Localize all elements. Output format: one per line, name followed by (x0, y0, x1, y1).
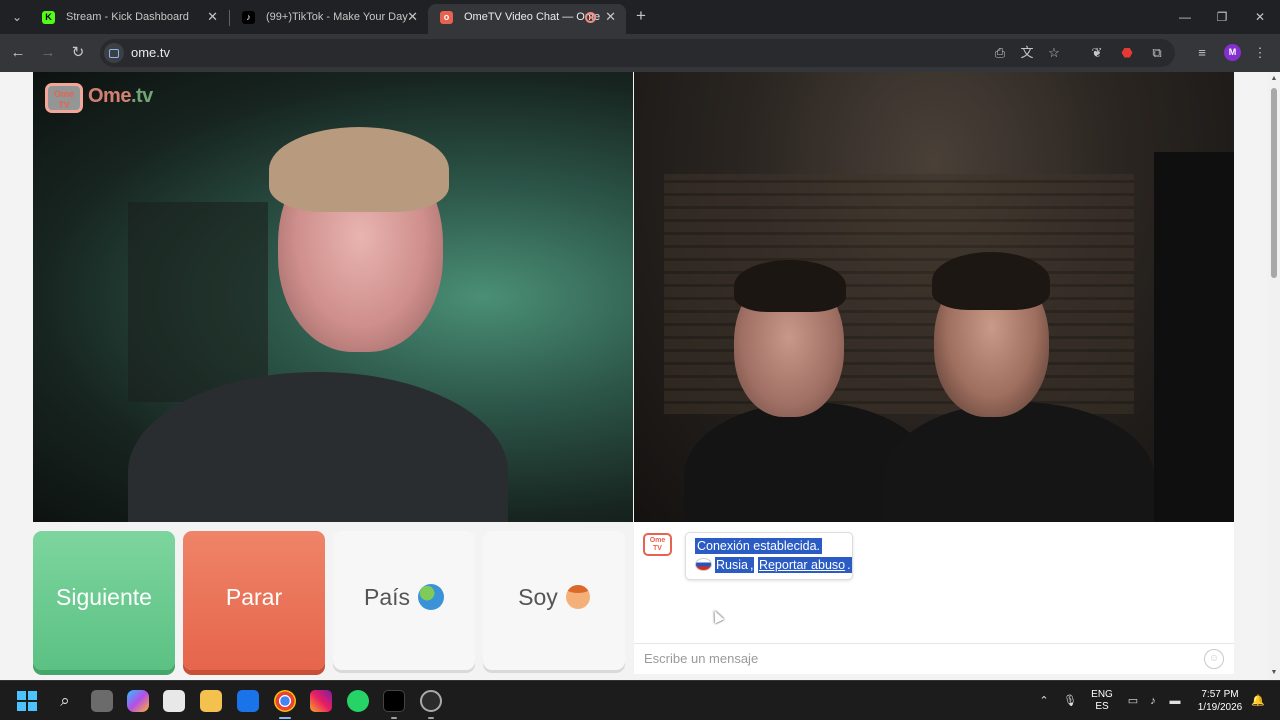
reload-icon[interactable]: ↻ (67, 42, 89, 64)
search-icon[interactable]: ⌕ (55, 691, 75, 711)
tab-kick-dashboard[interactable]: K Stream - Kick Dashboard ✕ (30, 4, 228, 34)
chevron-up-icon[interactable]: ⌃ (1036, 693, 1052, 709)
tab-title: Stream - Kick Dashboard (66, 11, 189, 23)
menu-icon[interactable]: ⋮ (1250, 43, 1270, 63)
keyboard-layout: ES (1095, 701, 1109, 712)
page-scrollbar[interactable]: ▲ ▼ (1268, 72, 1280, 680)
obs-running-indicator (428, 717, 434, 719)
clock-date: 1/19/2026 (1197, 702, 1243, 713)
tiktok-running-indicator (391, 717, 397, 719)
maximize-icon[interactable]: ❐ (1203, 4, 1241, 30)
gender-label: Soy (518, 584, 558, 610)
next-button[interactable]: Siguiente (33, 531, 175, 670)
clock-time: 7:57 PM (1201, 689, 1239, 700)
person-right-torso (884, 402, 1154, 522)
microphone-icon[interactable]: 🎙 (1062, 693, 1078, 709)
separator: , (748, 557, 755, 573)
period: . (846, 557, 852, 573)
instagram-icon[interactable] (310, 690, 332, 712)
background-doorway (128, 202, 268, 402)
battery-icon[interactable]: ▬ (1167, 693, 1183, 709)
new-tab-button[interactable]: + (630, 5, 652, 27)
notification-bell-icon[interactable]: 🔔 (1250, 693, 1266, 709)
message-input[interactable]: Escribe un mensaje ☺ (634, 643, 1234, 674)
local-video: Ome TV Ome.tv (33, 72, 633, 522)
file-explorer-icon[interactable] (200, 690, 222, 712)
connection-status: Conexión establecida. (695, 538, 822, 554)
site-info-icon[interactable] (104, 43, 124, 63)
tab-search-icon[interactable]: ⌄ (6, 6, 28, 28)
scroll-thumb[interactable] (1271, 88, 1277, 278)
scroll-down-icon[interactable]: ▼ (1268, 667, 1280, 679)
media-control-icon[interactable]: ≡ (1192, 43, 1212, 63)
language-code: ENG (1091, 689, 1113, 700)
extensions-puzzle-icon[interactable]: ⧉ (1147, 43, 1167, 63)
translate-icon[interactable]: 文 (1017, 43, 1037, 63)
install-app-icon[interactable]: ⎙ (990, 43, 1010, 63)
person-right-hair (932, 252, 1050, 310)
russia-flag-icon (695, 558, 712, 571)
browser-toolbar: ← → ↻ ome.tv ⎙ 文 ☆ ❦ ⬣ ⧉ ≡ M ⋮ (0, 34, 1280, 72)
close-tab-icon[interactable]: ✕ (605, 4, 616, 30)
close-window-icon[interactable]: ✕ (1241, 4, 1279, 30)
task-view-icon[interactable] (91, 690, 113, 712)
country-label: País (363, 584, 411, 610)
report-abuse-link[interactable]: Reportar abuso (757, 557, 847, 573)
recording-icon (585, 12, 596, 23)
country-button[interactable]: País (333, 531, 475, 670)
partner-country-line: Rusia, Reportar abuso. (695, 557, 852, 575)
stop-button[interactable]: Parar (183, 531, 325, 670)
network-icon[interactable]: ▭ (1125, 693, 1141, 709)
partner-country: Rusia (715, 557, 749, 573)
ometv-logo-badge: Ome TV (45, 83, 83, 113)
doorway (1154, 152, 1234, 522)
input-language[interactable]: ENG ES (1088, 689, 1116, 713)
boy-emoji-icon (565, 585, 590, 609)
tab-title: (99+)TikTok - Make Your Day (266, 11, 408, 23)
system-message: Conexión establecida. Rusia, Reportar ab… (685, 532, 853, 580)
address-bar[interactable]: ome.tv ⎙ 文 ☆ (100, 39, 1175, 67)
chrome-icon[interactable] (274, 690, 296, 712)
url-text: ome.tv (131, 45, 171, 60)
ometv-logo-text: Ome.tv (88, 85, 153, 107)
whatsapp-icon[interactable] (347, 690, 369, 712)
person-hair (269, 127, 449, 212)
minimize-icon[interactable]: — (1166, 4, 1204, 30)
bookmark-star-icon[interactable]: ☆ (1044, 43, 1064, 63)
start-icon[interactable] (17, 691, 37, 711)
outlook-icon[interactable] (237, 690, 259, 712)
globe-icon (418, 584, 445, 610)
chat-panel: Ome TV Conexión establecida. Rusia, Repo… (634, 522, 1234, 674)
windows-taskbar: ⌕ ⌃ 🎙 ENG ES ▭ ♪ ▬ 7:57 PM 1/19/2026 🔔 (0, 680, 1280, 720)
scroll-up-icon[interactable]: ▲ (1268, 73, 1280, 85)
ometv-icon: o (440, 11, 453, 24)
partner-video (634, 72, 1234, 522)
store-icon[interactable] (163, 690, 185, 712)
message-input-placeholder: Escribe un mensaje (644, 651, 759, 666)
tab-strip: ⌄ K Stream - Kick Dashboard ✕ ♪ (99+)Tik… (0, 0, 1280, 34)
profile-avatar[interactable]: M (1224, 44, 1241, 61)
tab-tiktok[interactable]: ♪ (99+)TikTok - Make Your Day ✕ (230, 4, 428, 34)
page-viewport: Ome TV Ome.tv Siguiente Parar País Soy O… (0, 72, 1268, 680)
gender-button[interactable]: Soy (483, 531, 625, 670)
kick-icon: K (42, 11, 55, 24)
volume-icon[interactable]: ♪ (1145, 693, 1161, 709)
obs-icon[interactable] (420, 690, 442, 712)
person-left-hair (734, 260, 846, 312)
tab-title: OmeTV Video Chat — Ome (464, 11, 601, 23)
forward-icon[interactable]: → (37, 42, 59, 64)
extension-badge-icon[interactable]: ❦ (1087, 43, 1107, 63)
tab-ometv[interactable]: o OmeTV Video Chat — Ome ✕ (428, 4, 626, 34)
chat-ometv-icon: Ome TV (643, 533, 672, 556)
clock[interactable]: 7:57 PM 1/19/2026 (1190, 688, 1250, 714)
adblock-icon[interactable]: ⬣ (1117, 43, 1137, 63)
close-tab-icon[interactable]: ✕ (207, 4, 218, 30)
copilot-icon[interactable] (127, 690, 149, 712)
tiktok-icon: ♪ (242, 11, 255, 24)
chrome-active-indicator (279, 717, 291, 719)
emoji-icon[interactable]: ☺ (1204, 649, 1224, 669)
tiktok-app-icon[interactable] (383, 690, 405, 712)
back-icon[interactable]: ← (7, 42, 29, 64)
close-tab-icon[interactable]: ✕ (407, 4, 418, 30)
